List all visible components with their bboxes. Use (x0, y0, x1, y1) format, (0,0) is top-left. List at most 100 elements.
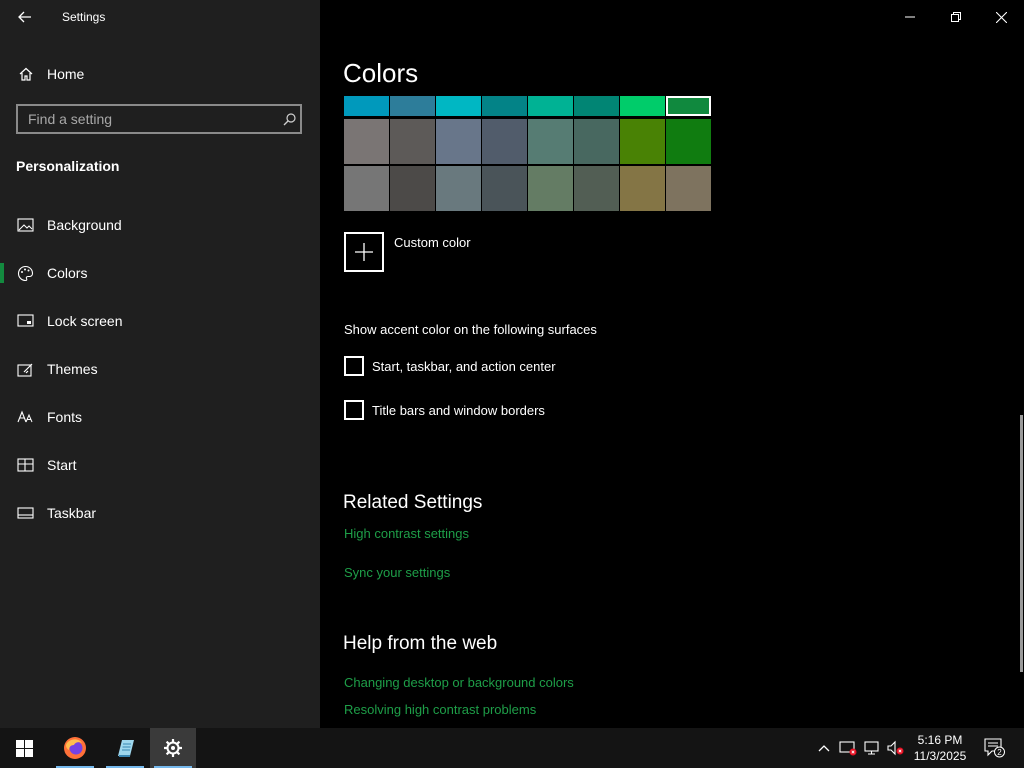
fonts-icon (16, 408, 34, 426)
color-swatch[interactable] (436, 119, 481, 164)
minimize-icon (905, 16, 915, 18)
action-center-button[interactable]: 2 (983, 738, 1007, 758)
color-swatch-grid (344, 96, 712, 211)
color-swatch[interactable] (344, 96, 389, 116)
color-swatch[interactable] (390, 96, 435, 116)
firefox-icon (64, 737, 86, 759)
color-swatch[interactable] (574, 119, 619, 164)
sidebar-item-label: Themes (47, 361, 98, 377)
titlebars-checkbox-row[interactable]: Title bars and window borders (344, 400, 545, 420)
start-taskbar-checkbox-row[interactable]: Start, taskbar, and action center (344, 356, 556, 376)
color-swatch[interactable] (620, 166, 665, 211)
home-label: Home (47, 66, 85, 82)
sidebar-item-lock-screen[interactable]: Lock screen (0, 303, 320, 339)
search-input[interactable] (18, 106, 278, 132)
color-swatch[interactable] (482, 119, 527, 164)
checkbox-label: Start, taskbar, and action center (372, 358, 556, 374)
color-swatch[interactable] (620, 96, 665, 116)
close-button[interactable] (978, 0, 1024, 34)
network-tray-icon[interactable] (862, 738, 882, 758)
color-swatch[interactable] (666, 166, 711, 211)
home-nav-item[interactable]: Home (0, 60, 320, 88)
section-title: Personalization (16, 158, 120, 174)
surfaces-label: Show accent color on the following surfa… (344, 322, 597, 337)
restore-button[interactable] (933, 0, 979, 34)
restore-icon (951, 12, 961, 22)
scrollbar-thumb[interactable] (1020, 415, 1023, 672)
chevron-up-icon (818, 745, 830, 752)
sidebar-item-fonts[interactable]: Fonts (0, 399, 320, 435)
start-button[interactable] (0, 728, 48, 768)
custom-color-button[interactable]: Custom color (344, 232, 471, 272)
high-contrast-link[interactable]: High contrast settings (344, 526, 469, 541)
palette-icon (16, 264, 34, 282)
related-settings-heading: Related Settings (343, 492, 483, 513)
sidebar-item-label: Lock screen (47, 313, 123, 329)
page-title: Colors (343, 58, 419, 88)
sidebar-item-start[interactable]: Start (0, 447, 320, 483)
color-swatch[interactable] (528, 96, 573, 116)
app-title: Settings (62, 10, 106, 24)
checkbox-label: Title bars and window borders (372, 402, 545, 418)
color-swatch[interactable] (436, 96, 481, 116)
back-arrow-icon (18, 11, 31, 23)
custom-color-label: Custom color (394, 235, 471, 250)
themes-icon (16, 360, 34, 378)
change-desktop-colors-link[interactable]: Changing desktop or background colors (344, 675, 574, 690)
resolve-contrast-link[interactable]: Resolving high contrast problems (344, 702, 536, 717)
sidebar: Settings Home Personalization Background… (0, 0, 320, 728)
taskbar: 2 (0, 728, 1024, 768)
taskbar-clock[interactable]: 5:16 PM 11/3/2025 (902, 732, 978, 764)
sidebar-item-label: Colors (47, 265, 88, 281)
color-swatch[interactable] (620, 119, 665, 164)
search-icon[interactable] (278, 112, 300, 126)
plus-icon (344, 232, 384, 272)
color-swatch[interactable] (344, 166, 389, 211)
color-swatch[interactable] (390, 119, 435, 164)
lock-screen-icon (16, 312, 34, 330)
search-box[interactable] (16, 104, 302, 134)
notification-count: 2 (997, 748, 1002, 757)
clock-time: 5:16 PM (917, 733, 963, 747)
windows-logo-icon (15, 739, 33, 757)
security-alert-icon (839, 741, 857, 756)
image-icon (16, 216, 34, 234)
color-swatch[interactable] (666, 119, 711, 164)
sidebar-item-themes[interactable]: Themes (0, 351, 320, 387)
start-icon (16, 456, 34, 474)
sidebar-item-taskbar[interactable]: Taskbar (0, 495, 320, 531)
color-swatch[interactable] (666, 96, 711, 116)
taskbar-settings[interactable] (150, 728, 196, 768)
minimize-button[interactable] (887, 0, 933, 34)
color-swatch[interactable] (390, 166, 435, 211)
help-heading: Help from the web (343, 633, 498, 654)
color-swatch[interactable] (574, 166, 619, 211)
show-hidden-icons-button[interactable] (814, 738, 834, 758)
clock-date: 11/3/2025 (913, 749, 967, 763)
color-swatch[interactable] (528, 166, 573, 211)
color-swatch[interactable] (482, 166, 527, 211)
notification-icon: 2 (984, 738, 1005, 758)
taskbar-notepad[interactable] (102, 728, 148, 768)
sidebar-item-label: Background (47, 217, 122, 233)
start-taskbar-checkbox[interactable] (344, 356, 364, 376)
sidebar-item-colors[interactable]: Colors (0, 255, 320, 291)
back-button[interactable] (12, 4, 38, 30)
security-tray-icon[interactable] (838, 738, 858, 758)
sidebar-item-label: Taskbar (47, 505, 97, 521)
sidebar-item-label: Start (47, 457, 77, 473)
taskbar-icon (16, 504, 34, 522)
network-icon (864, 741, 879, 755)
sidebar-item-background[interactable]: Background (0, 207, 320, 243)
taskbar-firefox[interactable] (52, 728, 98, 768)
color-swatch[interactable] (574, 96, 619, 116)
color-swatch[interactable] (344, 119, 389, 164)
color-swatch[interactable] (482, 96, 527, 116)
sync-settings-link[interactable]: Sync your settings (344, 565, 450, 580)
titlebars-checkbox[interactable] (344, 400, 364, 420)
sidebar-item-label: Fonts (47, 409, 83, 425)
color-swatch[interactable] (436, 166, 481, 211)
notepad-icon (118, 740, 134, 757)
color-swatch[interactable] (528, 119, 573, 164)
title-bar: Settings (0, 0, 320, 34)
